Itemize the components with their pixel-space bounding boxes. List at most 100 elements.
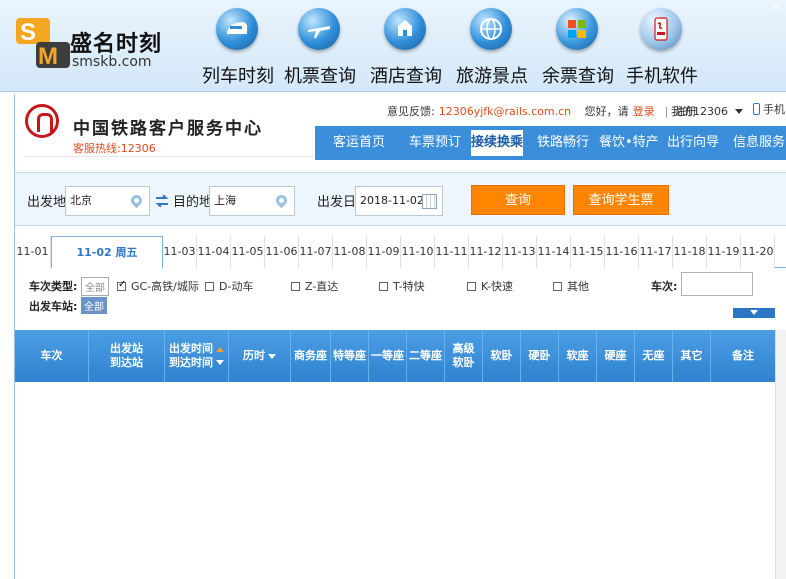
checkbox-icon: [553, 282, 562, 291]
nav-ticket-booking[interactable]: 车票预订: [405, 126, 465, 160]
date-tab[interactable]: 11-17: [639, 236, 673, 268]
topnav-label: 余票查询: [542, 66, 614, 87]
railway-header: 中国铁路客户服务中心 客服热线:12306 意见反馈: 12306yjfk@rai…: [15, 94, 786, 160]
train-no-input[interactable]: [681, 272, 753, 296]
railway-logo-icon: [25, 104, 59, 138]
col-no-seat: 无座: [635, 330, 673, 382]
to-station-input[interactable]: 上海: [209, 186, 295, 216]
col-business-label: 商务座: [294, 349, 327, 362]
col-senior-soft-1: 高级: [452, 342, 475, 355]
swap-icon[interactable]: [155, 195, 169, 207]
col-premium-label: 特等座: [333, 349, 366, 362]
query-button[interactable]: 查询: [471, 185, 565, 215]
login-link[interactable]: 登录: [633, 105, 655, 118]
checkbox-icon: [205, 282, 214, 291]
filter-d-label: D-动车: [219, 280, 254, 293]
filter-other-label: 其他: [567, 280, 589, 293]
student-ticket-button[interactable]: 查询学生票: [573, 185, 669, 215]
topnav-attractions[interactable]: 旅游景点: [450, 6, 534, 90]
departure-station-label: 出发车站:: [29, 300, 78, 313]
date-tab[interactable]: 11-20: [741, 236, 775, 268]
filter-k[interactable]: K-快速: [467, 278, 513, 294]
train-type-all-button[interactable]: 全部: [81, 277, 109, 296]
mobile-link[interactable]: 手机: [753, 101, 785, 117]
greeting: 您好，请: [584, 105, 629, 118]
col-train-label: 车次: [40, 349, 63, 362]
date-tab[interactable]: 11-16: [605, 236, 639, 268]
topnav-train-schedule[interactable]: 列车时刻: [196, 6, 280, 90]
col-dep-station: 出发站: [110, 342, 143, 355]
topnav-label: 机票查询: [284, 66, 356, 87]
nav-railway-pass[interactable]: 铁路畅行: [537, 126, 589, 160]
date-tab[interactable]: 11-06: [265, 236, 299, 268]
main-nav: 客运首页 车票预订 接续换乘 铁路畅行 餐饮•特产 出行向导 信息服务: [315, 126, 786, 160]
date-tab[interactable]: 11-05: [231, 236, 265, 268]
topnav-mobile-app[interactable]: 手机软件: [620, 6, 704, 90]
date-tab[interactable]: 11-14: [537, 236, 571, 268]
topnav-label: 酒店查询: [370, 66, 442, 87]
col-duration-label: 历时: [243, 349, 265, 362]
date-input[interactable]: 2018-11-02: [355, 186, 443, 216]
col-remark-label: 备注: [732, 349, 754, 362]
date-tab[interactable]: 11-04: [197, 236, 231, 268]
from-label: 出发地: [27, 195, 67, 210]
filter-k-label: K-快速: [481, 280, 514, 293]
filter-z[interactable]: Z-直达: [291, 278, 338, 294]
date-tab[interactable]: 11-19: [707, 236, 741, 268]
date-tab[interactable]: 11-08: [333, 236, 367, 268]
col-other-label: 其它: [680, 349, 703, 362]
date-tab[interactable]: 11-13: [503, 236, 537, 268]
nav-info-service[interactable]: 信息服务: [733, 126, 785, 160]
calendar-icon[interactable]: [422, 194, 437, 209]
date-tab[interactable]: 11-10: [401, 236, 435, 268]
nav-transfer[interactable]: 接续换乘: [471, 130, 523, 156]
from-station-input[interactable]: 北京: [65, 186, 150, 216]
filter-gc[interactable]: GC-高铁/城际: [117, 278, 199, 294]
globe-icon: [470, 8, 512, 50]
util-bar: 意见反馈: 12306yjfk@rails.com.cn 您好，请 登录 | 注册: [387, 103, 700, 119]
col-times[interactable]: 出发时间 到达时间: [165, 330, 229, 382]
col-stations: 出发站 到达站: [89, 330, 165, 382]
filter-other[interactable]: 其他: [553, 278, 589, 294]
collapse-toggle[interactable]: [733, 308, 775, 318]
col-train[interactable]: 车次: [15, 330, 89, 382]
col-duration[interactable]: 历时: [229, 330, 291, 382]
chevron-down-icon: [734, 109, 743, 114]
feedback-label: 意见反馈:: [387, 105, 435, 118]
date-tab-active[interactable]: 11-02 周五: [51, 236, 163, 269]
to-label: 目的地: [173, 195, 213, 210]
date-tab[interactable]: 11-18: [673, 236, 707, 268]
filter-d[interactable]: D-动车: [205, 278, 253, 294]
close-icon[interactable]: ×: [770, 2, 782, 14]
phone-icon: [753, 103, 760, 115]
topnav-flight-search[interactable]: 机票查询: [278, 6, 362, 90]
departure-station-all-button[interactable]: 全部: [81, 297, 107, 314]
col-dep-time: 出发时间: [169, 342, 213, 355]
to-station-value: 上海: [214, 194, 236, 207]
topnav-label: 手机软件: [626, 66, 698, 87]
feedback-email-link[interactable]: 12306yjfk@rails.com.cn: [439, 105, 571, 118]
date-label: 出发日: [317, 195, 357, 210]
col-soft-seat-label: 软座: [566, 349, 589, 362]
checkbox-icon: [467, 282, 476, 291]
checkbox-checked-icon: [117, 279, 126, 291]
topnav-ticket-availability[interactable]: 余票查询: [536, 6, 620, 90]
col-hard-seat: 硬座: [597, 330, 635, 382]
scrollbar[interactable]: [775, 330, 786, 579]
date-tab[interactable]: 11-12: [469, 236, 503, 268]
date-tab[interactable]: 11-07: [299, 236, 333, 268]
date-tab[interactable]: 11-09: [367, 236, 401, 268]
topnav-hotel-search[interactable]: 酒店查询: [364, 6, 448, 90]
nav-home[interactable]: 客运首页: [329, 126, 389, 160]
brand-site: smskb.com: [72, 54, 152, 70]
nav-travel-guide[interactable]: 出行向导: [667, 126, 719, 160]
my-account-menu[interactable]: 我的12306: [671, 103, 743, 119]
date-tab[interactable]: 11-15: [571, 236, 605, 268]
col-first: 一等座: [369, 330, 407, 382]
nav-catering[interactable]: 餐饮•特产: [599, 126, 659, 160]
date-tab[interactable]: 11-01: [15, 236, 51, 268]
filter-t[interactable]: T-特快: [379, 278, 425, 294]
date-tab[interactable]: 11-11: [435, 236, 469, 268]
date-tab[interactable]: 11-03: [163, 236, 197, 268]
col-arr-station: 到达站: [110, 356, 143, 369]
